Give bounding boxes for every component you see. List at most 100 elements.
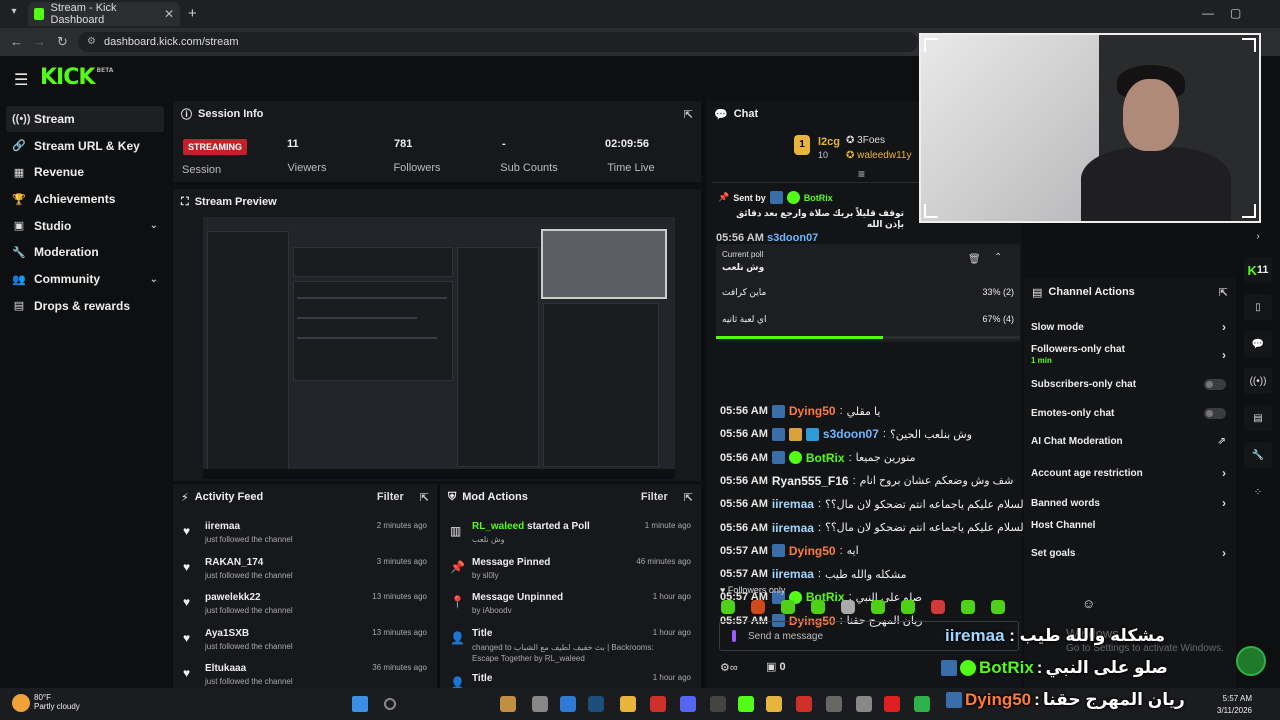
popout-icon[interactable]: ⇱ bbox=[684, 491, 693, 504]
emote-icon[interactable] bbox=[871, 600, 885, 614]
emotes-only-toggle[interactable] bbox=[1204, 408, 1226, 419]
discord-icon[interactable] bbox=[680, 696, 696, 712]
top-user-1[interactable]: l2cg bbox=[818, 136, 840, 148]
emote-icon[interactable] bbox=[811, 600, 825, 614]
site-info-icon[interactable]: ⚙ bbox=[87, 36, 96, 47]
youtube-icon[interactable] bbox=[884, 696, 900, 712]
subscribers-only-toggle[interactable] bbox=[1204, 379, 1226, 390]
tab-search-icon[interactable]: ▾ bbox=[6, 6, 22, 22]
emote-icon[interactable] bbox=[841, 600, 855, 614]
search-icon[interactable] bbox=[384, 698, 396, 710]
chat-icon[interactable]: 💬 bbox=[1244, 331, 1272, 357]
minimize-icon[interactable]: — bbox=[1202, 6, 1214, 20]
emote-icon[interactable] bbox=[991, 600, 1005, 614]
settings-icon[interactable]: ⚙∞ bbox=[720, 661, 738, 674]
steam-icon[interactable] bbox=[588, 696, 604, 712]
activity-filter-button[interactable]: Filter bbox=[377, 491, 404, 503]
obs-icon[interactable] bbox=[710, 696, 726, 712]
popout-icon[interactable]: ⇱ bbox=[684, 108, 693, 121]
slow-mode-row[interactable]: Slow mode › bbox=[1031, 320, 1226, 334]
chat-username[interactable]: s3doon07 bbox=[823, 427, 879, 441]
chrome-icon[interactable] bbox=[766, 696, 782, 712]
mod-user[interactable]: RL_waleed bbox=[472, 521, 524, 532]
chat-username[interactable]: iiremaa bbox=[772, 521, 814, 535]
xbox-icon[interactable] bbox=[914, 696, 930, 712]
popout-icon[interactable]: ⇱ bbox=[1219, 286, 1228, 299]
windows-start-icon[interactable] bbox=[352, 696, 368, 712]
sidebar-item-stream[interactable]: ((•)) Stream bbox=[6, 106, 164, 132]
chat-username[interactable]: iiremaa bbox=[772, 567, 814, 581]
more-dots-icon[interactable]: ⁘ bbox=[1244, 479, 1272, 505]
emote-icon[interactable] bbox=[781, 600, 795, 614]
media-player-icon[interactable] bbox=[796, 696, 812, 712]
file-explorer-icon[interactable] bbox=[620, 696, 636, 712]
widgets-icon[interactable] bbox=[500, 696, 516, 712]
collapse-icon[interactable]: ≡ bbox=[858, 167, 865, 181]
poll-option[interactable]: اي لعبة ثانيه 67% (4) bbox=[722, 309, 1014, 329]
sidebar-item-moderation[interactable]: 🔧 Moderation bbox=[6, 239, 164, 265]
activity-user[interactable]: pawelekk22 bbox=[205, 592, 261, 603]
menu-icon[interactable]: ☰ bbox=[14, 70, 28, 90]
new-tab-icon[interactable]: + bbox=[188, 5, 197, 22]
sidebar-item-revenue[interactable]: ▦ Revenue bbox=[6, 159, 164, 185]
emote-icon[interactable] bbox=[751, 600, 765, 614]
kick-viewers-button[interactable]: K 11 bbox=[1244, 257, 1272, 283]
points-display[interactable]: ▣ 0 bbox=[766, 660, 786, 673]
top-user-2[interactable]: ✪ 3Foes bbox=[846, 135, 885, 146]
activity-user[interactable]: RAKAN_174 bbox=[205, 557, 263, 568]
banned-words-row[interactable]: Banned words › bbox=[1031, 496, 1226, 510]
kick-app-icon[interactable] bbox=[738, 696, 754, 712]
sidebar-item-studio[interactable]: ▣ Studio ⌄ bbox=[6, 213, 164, 239]
account-age-row[interactable]: Account age restriction › bbox=[1031, 466, 1226, 480]
notes-icon[interactable]: ▯ bbox=[1244, 294, 1272, 320]
top-user-3[interactable]: ✪ waleedw11y bbox=[846, 150, 911, 161]
chat-username[interactable]: Dying50 bbox=[789, 544, 836, 558]
wrench-icon[interactable]: 🔧 bbox=[1244, 442, 1272, 468]
activity-user[interactable]: Aya1SXB bbox=[205, 628, 249, 639]
rail-expand-icon[interactable]: › bbox=[1244, 226, 1272, 246]
subscribers-only-row[interactable]: Subscribers-only chat bbox=[1031, 379, 1226, 390]
emote-icon[interactable] bbox=[721, 600, 735, 614]
chat-username[interactable]: iiremaa bbox=[772, 497, 814, 511]
stream-preview-video[interactable] bbox=[203, 217, 675, 479]
sidebar-item-stream-url-key[interactable]: 🔗 Stream URL & Key bbox=[6, 133, 164, 159]
kick-logo[interactable]: KICK BETA bbox=[40, 65, 113, 90]
sidebar-item-drops-rewards[interactable]: ▤ Drops & rewards bbox=[6, 293, 164, 319]
url-input[interactable]: ⚙ dashboard.kick.com/stream bbox=[78, 32, 918, 52]
settings-app-icon[interactable] bbox=[856, 696, 872, 712]
popout-icon[interactable]: ⇱ bbox=[420, 491, 429, 504]
delete-poll-icon[interactable]: 🗑 bbox=[968, 254, 981, 265]
obs-studio-icon[interactable] bbox=[826, 696, 842, 712]
collapse-poll-icon[interactable]: ⌃ bbox=[994, 252, 1002, 263]
pinterest-icon[interactable] bbox=[650, 696, 666, 712]
activity-user[interactable]: iiremaa bbox=[205, 521, 240, 532]
edge-icon[interactable] bbox=[560, 696, 576, 712]
chat-username[interactable]: Dying50 bbox=[789, 404, 836, 418]
chat-username[interactable]: BotRix bbox=[806, 451, 845, 465]
host-channel-row[interactable]: Host Channel bbox=[1031, 520, 1226, 531]
weather-widget[interactable]: 80°F Partly cloudy bbox=[34, 693, 80, 711]
reload-icon[interactable]: ↻ bbox=[57, 34, 68, 50]
poll-option[interactable]: ماين كرافت 33% (2) bbox=[722, 282, 1014, 302]
maximize-icon[interactable]: ▢ bbox=[1230, 6, 1241, 20]
mic-icon[interactable] bbox=[732, 630, 736, 642]
browser-tab[interactable]: Stream - Kick Dashboard ✕ bbox=[28, 2, 180, 26]
activity-user[interactable]: Eltukaaa bbox=[205, 663, 246, 674]
chat-username[interactable]: Ryan555_F16 bbox=[772, 474, 849, 488]
emote-icon[interactable] bbox=[901, 600, 915, 614]
emotes-only-row[interactable]: Emotes-only chat bbox=[1031, 408, 1226, 419]
emote-icon[interactable] bbox=[931, 600, 945, 614]
mod-filter-button[interactable]: Filter bbox=[641, 491, 668, 503]
task-view-icon[interactable] bbox=[532, 696, 548, 712]
set-goals-row[interactable]: Set goals › bbox=[1031, 546, 1226, 560]
emote-icon[interactable] bbox=[961, 600, 975, 614]
sidebar-item-community[interactable]: 👥 Community ⌄ bbox=[6, 266, 164, 292]
followers-only-row[interactable]: Followers-only chat 1 min › bbox=[1031, 344, 1226, 366]
taskbar-clock[interactable]: 5:57 AM 3/11/2026 bbox=[1217, 693, 1252, 717]
sidebar-item-achievements[interactable]: 🏆 Achievements bbox=[6, 186, 164, 212]
back-icon[interactable]: ← bbox=[10, 34, 23, 49]
chat-username[interactable]: s3doon07 bbox=[767, 232, 818, 244]
layout-icon[interactable]: ▤ bbox=[1244, 405, 1272, 431]
broadcast-icon[interactable]: ((•)) bbox=[1244, 368, 1272, 394]
pinned-sender[interactable]: BotRix bbox=[804, 193, 833, 203]
